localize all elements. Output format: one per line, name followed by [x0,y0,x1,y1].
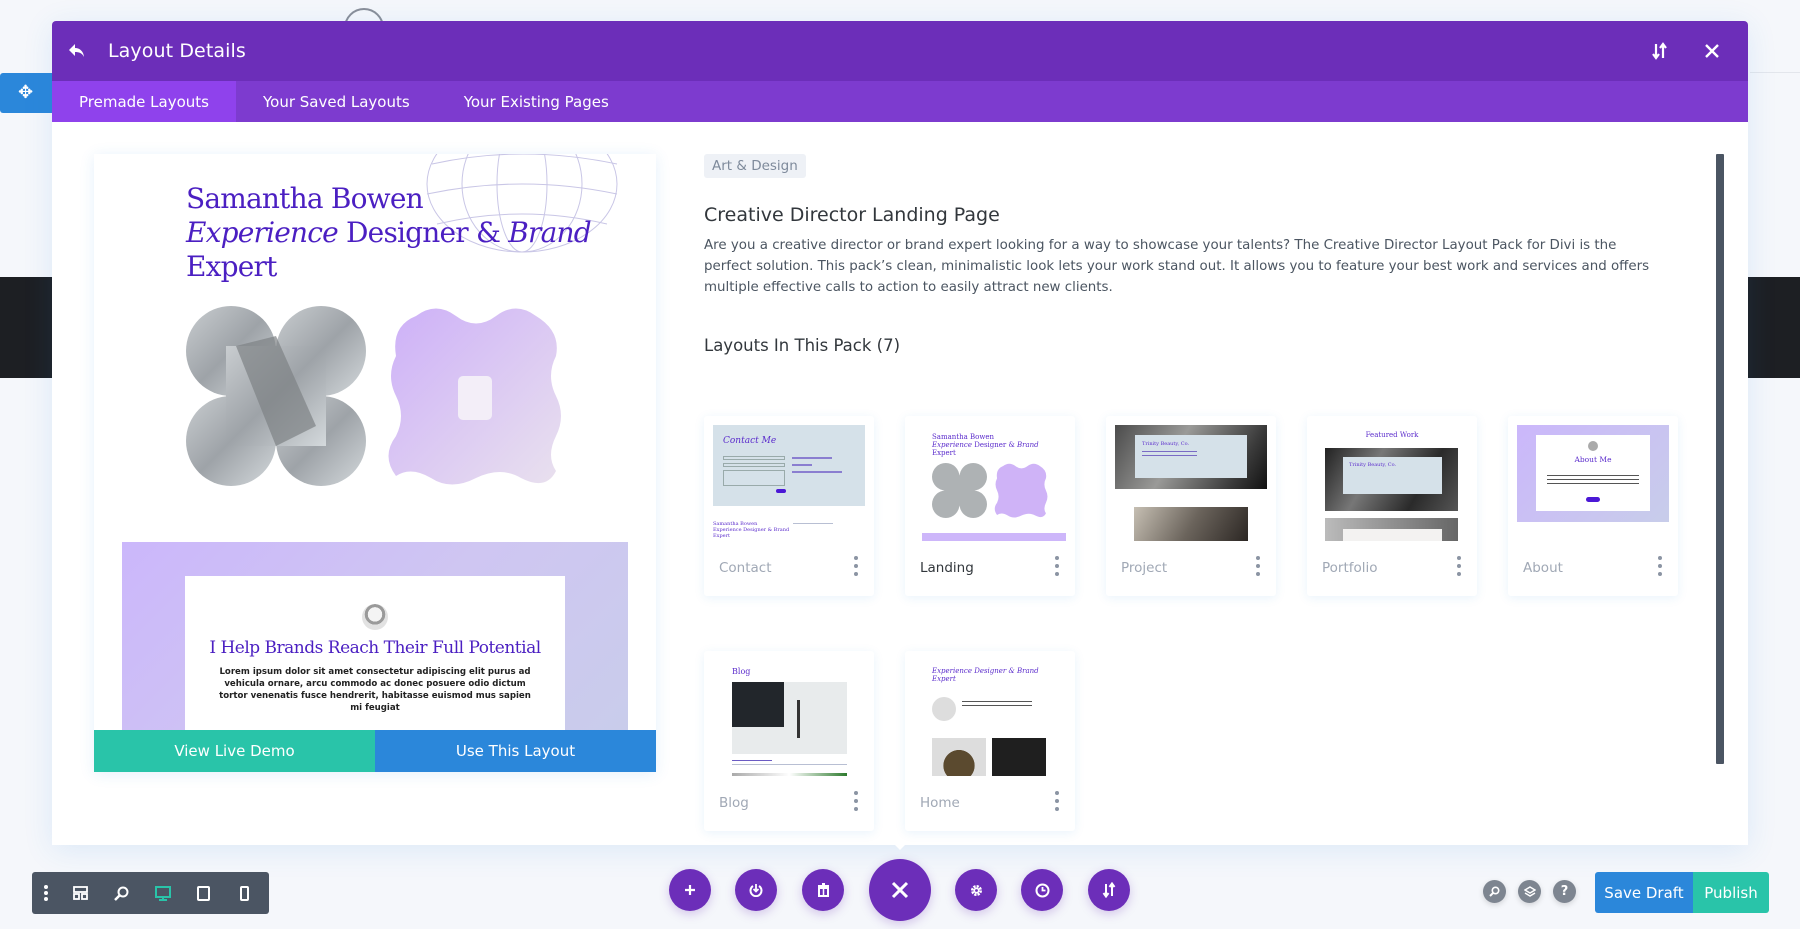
pack-heading: Layouts In This Pack (7) [704,336,901,355]
layout-card-about[interactable]: About Me About [1508,416,1678,596]
modal-header: Layout Details [52,21,1748,81]
view-live-demo-button[interactable]: View Live Demo [94,730,375,772]
category-badge[interactable]: Art & Design [704,154,806,178]
background-dark-section [1748,277,1800,378]
gear-icon[interactable] [955,869,997,911]
layout-description: Are you a creative director or brand exp… [704,238,1650,295]
more-options-icon[interactable] [1254,556,1262,576]
background-dark-section [0,277,52,378]
undo-arrow-icon[interactable] [68,41,88,61]
trash-icon[interactable] [802,869,844,911]
tab-premade-layouts[interactable]: Premade Layouts [52,81,236,122]
layout-thumbnail: About Me [1517,425,1669,541]
layout-card-contact[interactable]: Contact Me Samantha Bowen Experience Desi… [704,416,874,596]
more-options-icon[interactable] [1053,556,1061,576]
preview-hero-heading: Samantha Bowen Experience Designer & Bra… [186,182,592,284]
save-draft-button[interactable]: Save Draft [1595,872,1693,913]
more-options-icon[interactable] [852,556,860,576]
close-icon[interactable] [1700,39,1724,63]
hero-name: Samantha Bowen [186,182,424,215]
publish-button[interactable]: Publish [1693,872,1769,913]
tab-saved-layouts[interactable]: Your Saved Layouts [236,81,437,122]
layout-thumbnail: Blog [713,660,865,776]
arrows-up-down-icon[interactable] [1648,39,1672,63]
preview-section-body: Lorem ipsum dolor sit amet consectetur a… [219,667,531,713]
layout-card-project[interactable]: Trinity Beauty, Co. Project [1106,416,1276,596]
layout-preview[interactable]: Samantha Bowen Experience Designer & Bra… [94,154,656,772]
layout-card-blog[interactable]: Blog Blog [704,651,874,831]
modal-title: Layout Details [108,40,246,62]
tab-bar: Premade Layouts Your Saved Layouts Your … [52,81,1748,122]
more-options-icon[interactable] [1656,556,1664,576]
save-publish-group: Save Draft Publish [1595,872,1769,913]
clover-image [186,306,366,486]
use-this-layout-button[interactable]: Use This Layout [375,730,656,772]
layout-name: About [1523,560,1563,576]
layout-name: Home [920,795,960,811]
wavy-image [388,308,561,485]
tab-existing-pages[interactable]: Your Existing Pages [437,81,636,122]
plus-icon[interactable] [669,869,711,911]
layout-thumbnail: Samantha Bowen Experience Designer & Bran… [914,425,1066,541]
layout-card-home[interactable]: Experience Designer & Brand Expert Home [905,651,1075,831]
avatar [362,604,388,630]
layout-name: Blog [719,795,749,811]
hero-italic-1: Experience [186,216,339,249]
more-options-icon[interactable] [1053,791,1061,811]
more-options-icon[interactable] [852,791,860,811]
layout-card-landing[interactable]: Samantha Bowen Experience Designer & Bran… [905,416,1075,596]
layout-title: Creative Director Landing Page [704,204,1000,226]
layout-thumbnail: Trinity Beauty, Co. [1115,425,1267,541]
close-icon[interactable] [869,859,931,921]
utility-icons: ? [1483,880,1576,903]
power-download-icon[interactable] [735,869,777,911]
layout-name: Contact [719,560,772,576]
modal-pointer [891,841,909,850]
hero-line-3: Expert [186,250,277,283]
layout-details-modal: Layout Details Premade Layouts Your Save… [52,21,1748,845]
hero-mid: Designer & [337,216,509,249]
row-toolbar[interactable]: ✥ [0,73,60,113]
help-icon[interactable]: ? [1553,880,1576,903]
layers-icon[interactable] [1518,880,1541,903]
move-icon[interactable]: ✥ [18,82,33,103]
layout-name: Project [1121,560,1168,576]
layout-details: Art & Design Creative Director Landing P… [704,154,1704,355]
clock-icon[interactable] [1021,869,1063,911]
layout-card-portfolio[interactable]: Featured Work Trinity Beauty, Co. Portfo… [1307,416,1477,596]
layout-name: Landing [920,560,974,576]
layout-thumbnail: Experience Designer & Brand Expert [914,660,1066,776]
scrollbar[interactable] [1716,154,1724,764]
hero-italic-2: Brand [508,216,591,249]
layout-thumbnail: Contact Me Samantha Bowen Experience Desi… [713,425,865,541]
arrows-up-down-icon[interactable] [1088,869,1130,911]
layout-name: Portfolio [1322,560,1378,576]
layout-thumbnail: Featured Work Trinity Beauty, Co. [1316,425,1468,541]
more-options-icon[interactable] [1455,556,1463,576]
search-icon[interactable] [1483,880,1506,903]
preview-section-title: I Help Brands Reach Their Full Potential [209,638,541,658]
divider [1750,72,1800,73]
